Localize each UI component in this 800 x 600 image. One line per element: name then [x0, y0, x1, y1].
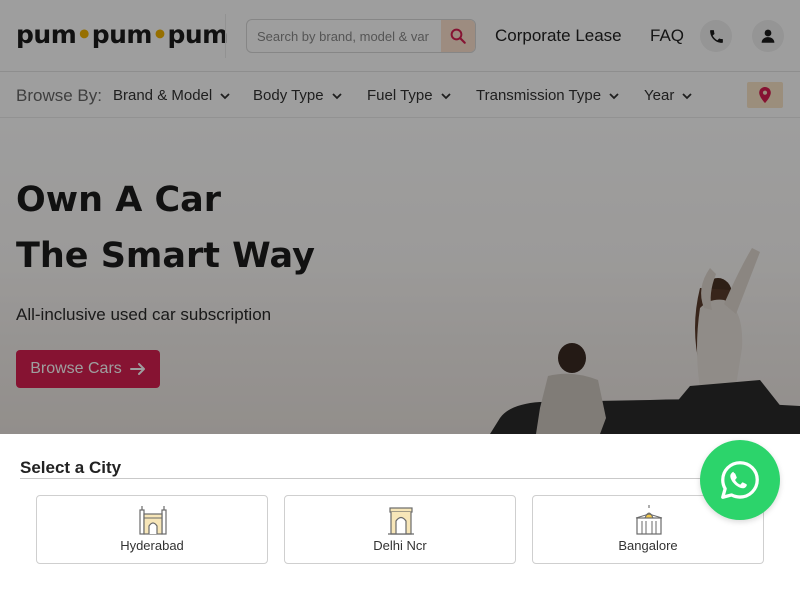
hero-banner: Own A Car The Smart Way All-inclusive us…: [0, 118, 800, 434]
city-select-sheet: Select a City Hyderabad Delhi Ncr Bangal…: [0, 434, 800, 600]
search-button[interactable]: [441, 20, 475, 52]
hero-title-line-2: The Smart Way: [16, 236, 315, 276]
vidhana-soudha-icon: [635, 505, 663, 535]
india-gate-icon: [388, 507, 414, 535]
city-name: Delhi Ncr: [373, 538, 427, 553]
chevron-down-icon: [220, 92, 230, 99]
city-select-title: Select a City: [20, 458, 122, 477]
phone-icon: [709, 29, 723, 43]
header-divider: [225, 14, 226, 58]
chevron-down-icon: [440, 92, 451, 99]
chevron-down-icon: [682, 92, 692, 99]
filter-transmission-type[interactable]: Transmission Type: [476, 87, 620, 104]
whatsapp-button[interactable]: [700, 440, 780, 520]
account-button[interactable]: [752, 20, 784, 52]
nav-faq[interactable]: FAQ: [650, 26, 684, 46]
filter-fuel-type[interactable]: Fuel Type: [367, 87, 452, 104]
city-card-delhi-ncr[interactable]: Delhi Ncr: [284, 495, 516, 564]
search-box: [246, 19, 476, 53]
arrow-right-icon: [129, 363, 145, 375]
search-input[interactable]: [247, 20, 443, 52]
browse-cars-button[interactable]: Browse Cars: [16, 350, 160, 388]
nav-corporate-lease[interactable]: Corporate Lease: [495, 26, 622, 46]
whatsapp-icon: [721, 461, 759, 499]
logo[interactable]: pum•pum•pum: [16, 20, 228, 49]
filter-year[interactable]: Year: [644, 87, 693, 104]
chevron-down-icon: [609, 92, 619, 99]
divider: [20, 478, 780, 479]
filter-brand-model[interactable]: Brand & Model: [113, 87, 231, 104]
city-name: Hyderabad: [120, 538, 184, 553]
hero-title-line-1: Own A Car: [16, 180, 222, 220]
search-icon: [450, 28, 466, 44]
charminar-icon: [139, 506, 167, 535]
map-pin-icon: [759, 87, 771, 103]
user-icon: [761, 29, 775, 43]
chevron-down-icon: [331, 92, 342, 99]
city-name: Bangalore: [618, 538, 678, 553]
phone-button[interactable]: [700, 20, 732, 52]
filter-body-type[interactable]: Body Type: [253, 87, 343, 104]
location-button[interactable]: [747, 82, 783, 108]
browse-by-label: Browse By:: [16, 86, 102, 105]
hero-subtitle: All-inclusive used car subscription: [16, 305, 272, 324]
city-card-hyderabad[interactable]: Hyderabad: [36, 495, 268, 564]
site-header: pum•pum•pum Corporate Lease FAQ: [0, 0, 800, 72]
